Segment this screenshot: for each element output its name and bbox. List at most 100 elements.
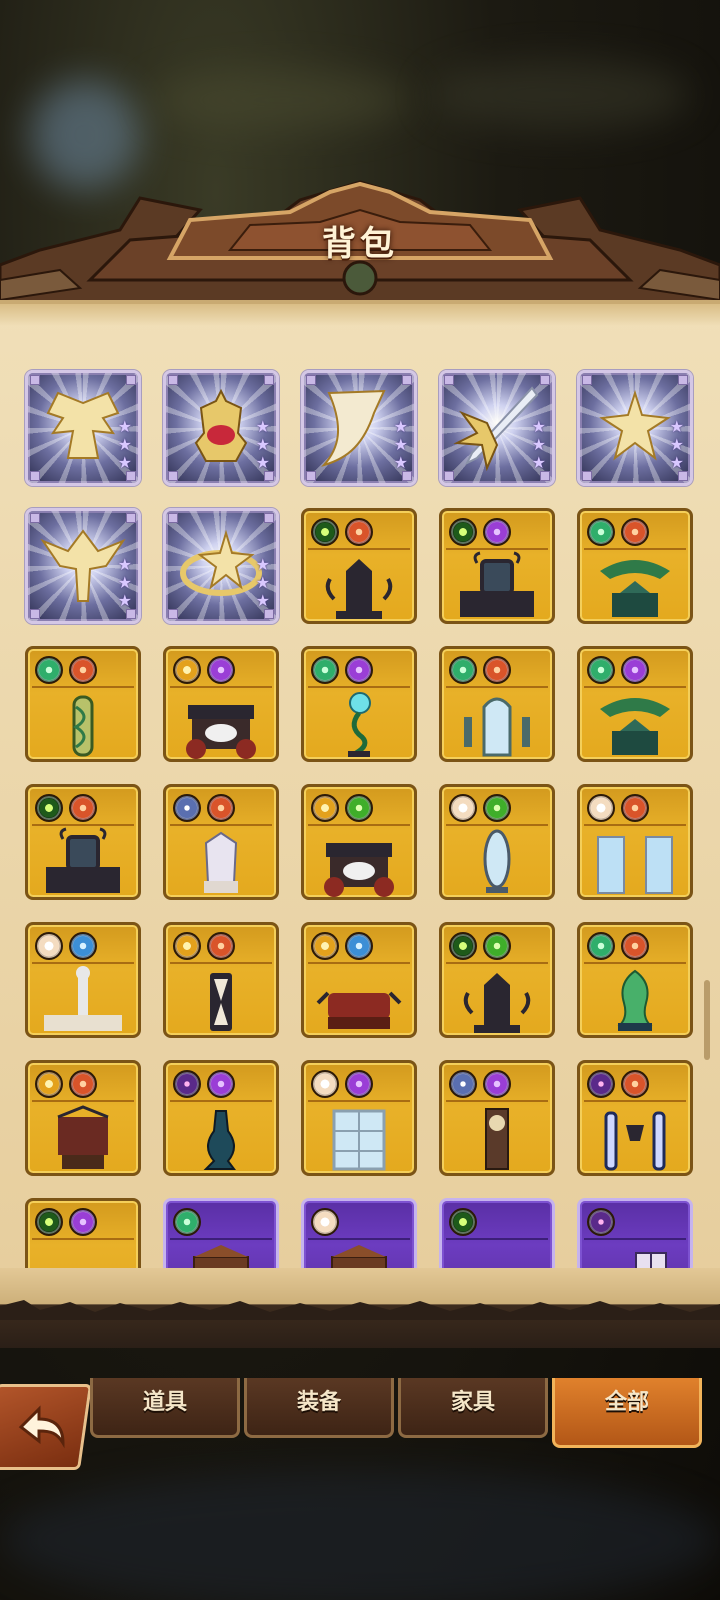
- banner-stand-icon: [57, 1105, 109, 1169]
- inventory-slot[interactable]: [301, 1060, 417, 1176]
- frame-corner: [168, 471, 178, 481]
- inventory-slot[interactable]: [577, 1060, 693, 1176]
- inventory-slot[interactable]: [25, 922, 141, 1038]
- inventory-slot[interactable]: [439, 1198, 555, 1278]
- flame-badge-icon: [207, 932, 235, 960]
- star-icon: ★: [669, 453, 684, 472]
- title-banner: 背包: [0, 170, 720, 310]
- inventory-slot[interactable]: [577, 1198, 693, 1278]
- attribute-badges: [587, 656, 649, 684]
- frame-corner: [168, 375, 178, 385]
- light-badge-icon: [35, 932, 63, 960]
- star-rating: ★ ★ ★: [118, 557, 132, 609]
- tab-all[interactable]: 全部: [552, 1378, 702, 1448]
- inventory-slot[interactable]: [301, 646, 417, 762]
- inventory-slot[interactable]: [577, 646, 693, 762]
- inventory-grid-viewport[interactable]: ★ ★ ★ ★ ★ ★ ★ ★ ★ ★ ★ ★ ★ ★ ★ ★ ★ ★ ★ ★ ★: [20, 360, 700, 1278]
- frame-corner: [264, 375, 274, 385]
- attribute-badges: [449, 656, 511, 684]
- inventory-slot[interactable]: ★ ★ ★: [25, 508, 141, 624]
- orb-badge-icon: [69, 1208, 97, 1236]
- frame-corner: [126, 471, 136, 481]
- attribute-badges: [449, 1208, 477, 1236]
- orb-badge-icon: [207, 1070, 235, 1098]
- frame-corner: [444, 471, 454, 481]
- tab-furniture[interactable]: 家具: [398, 1378, 548, 1438]
- inventory-slot[interactable]: [301, 508, 417, 624]
- attribute-badges: [35, 1208, 97, 1236]
- frame-corner: [264, 513, 274, 523]
- attribute-badges: [587, 794, 649, 822]
- inventory-slot[interactable]: [577, 508, 693, 624]
- sun-badge-icon: [173, 932, 201, 960]
- leaf-badge-icon: [587, 518, 615, 546]
- flame-badge-icon: [621, 794, 649, 822]
- sun-badge-icon: [311, 794, 339, 822]
- arched-mirror-icon: [464, 697, 530, 757]
- frame-corner: [540, 375, 550, 385]
- star-icon: ★: [255, 591, 270, 610]
- attribute-badges: [173, 1070, 235, 1098]
- dark-throne-icon: [463, 973, 531, 1033]
- water-badge-icon: [69, 932, 97, 960]
- inventory-slot[interactable]: [25, 646, 141, 762]
- tab-equipment[interactable]: 装备: [244, 1378, 394, 1438]
- inventory-slot[interactable]: [439, 922, 555, 1038]
- inventory-slot[interactable]: [439, 508, 555, 624]
- inventory-slot[interactable]: [25, 1198, 141, 1278]
- frame-corner: [126, 609, 136, 619]
- flame-badge-icon: [207, 794, 235, 822]
- inventory-slot[interactable]: [439, 646, 555, 762]
- star-icon: ★: [117, 453, 132, 472]
- leaf-badge-icon: [311, 656, 339, 684]
- tab-props[interactable]: 道具: [90, 1378, 240, 1438]
- star-rating: ★ ★ ★: [256, 557, 270, 609]
- inventory-slot[interactable]: [163, 784, 279, 900]
- inventory-slot[interactable]: [301, 784, 417, 900]
- attribute-badges: [311, 1208, 339, 1236]
- flame-badge-icon: [621, 1070, 649, 1098]
- attribute-badges: [587, 1208, 615, 1236]
- page-title: 背包: [322, 224, 398, 264]
- jade-vase-icon: [617, 969, 653, 1031]
- sun-badge-icon: [173, 656, 201, 684]
- frame-corner: [402, 471, 412, 481]
- inventory-slot[interactable]: ★ ★ ★: [301, 370, 417, 486]
- hourglass-icon: [210, 973, 232, 1031]
- light-badge-icon: [311, 1070, 339, 1098]
- light-badge-icon: [587, 794, 615, 822]
- star-icon: ★: [255, 453, 270, 472]
- inventory-slot[interactable]: [301, 1198, 417, 1278]
- inventory-slot[interactable]: [163, 922, 279, 1038]
- leaf-badge-icon: [173, 1208, 201, 1236]
- eye-badge-icon: [449, 1208, 477, 1236]
- inventory-slot[interactable]: ★ ★ ★: [163, 508, 279, 624]
- leaf-badge-icon: [449, 656, 477, 684]
- inventory-slot[interactable]: [163, 646, 279, 762]
- leaf-badge-icon: [35, 656, 63, 684]
- inventory-slot[interactable]: ★ ★ ★: [163, 370, 279, 486]
- inventory-slot[interactable]: ★ ★ ★: [577, 370, 693, 486]
- star-rating: ★ ★ ★: [670, 419, 684, 471]
- inventory-slot[interactable]: [163, 1198, 279, 1278]
- star-icon: ★: [255, 417, 270, 436]
- frame-corner: [582, 375, 592, 385]
- inventory-slot[interactable]: [163, 1060, 279, 1176]
- inventory-slot[interactable]: ★ ★ ★: [439, 370, 555, 486]
- orb-badge-icon: [621, 656, 649, 684]
- lattice-window-icon: [332, 1109, 386, 1171]
- frame-corner: [30, 471, 40, 481]
- inventory-slot[interactable]: [439, 1060, 555, 1176]
- inventory-slot[interactable]: [439, 784, 555, 900]
- frame-corner: [306, 471, 316, 481]
- scrollbar[interactable]: [704, 980, 710, 1060]
- inventory-slot[interactable]: [301, 922, 417, 1038]
- inventory-slot[interactable]: [25, 1060, 141, 1176]
- inventory-slot[interactable]: [577, 922, 693, 1038]
- inventory-slot[interactable]: ★ ★ ★: [25, 370, 141, 486]
- star-icon: ★: [393, 435, 408, 454]
- category-tabs: 道具 装备 家具 全部: [0, 1370, 720, 1460]
- inventory-slot[interactable]: [25, 784, 141, 900]
- inventory-slot[interactable]: [577, 784, 693, 900]
- frame-corner: [264, 471, 274, 481]
